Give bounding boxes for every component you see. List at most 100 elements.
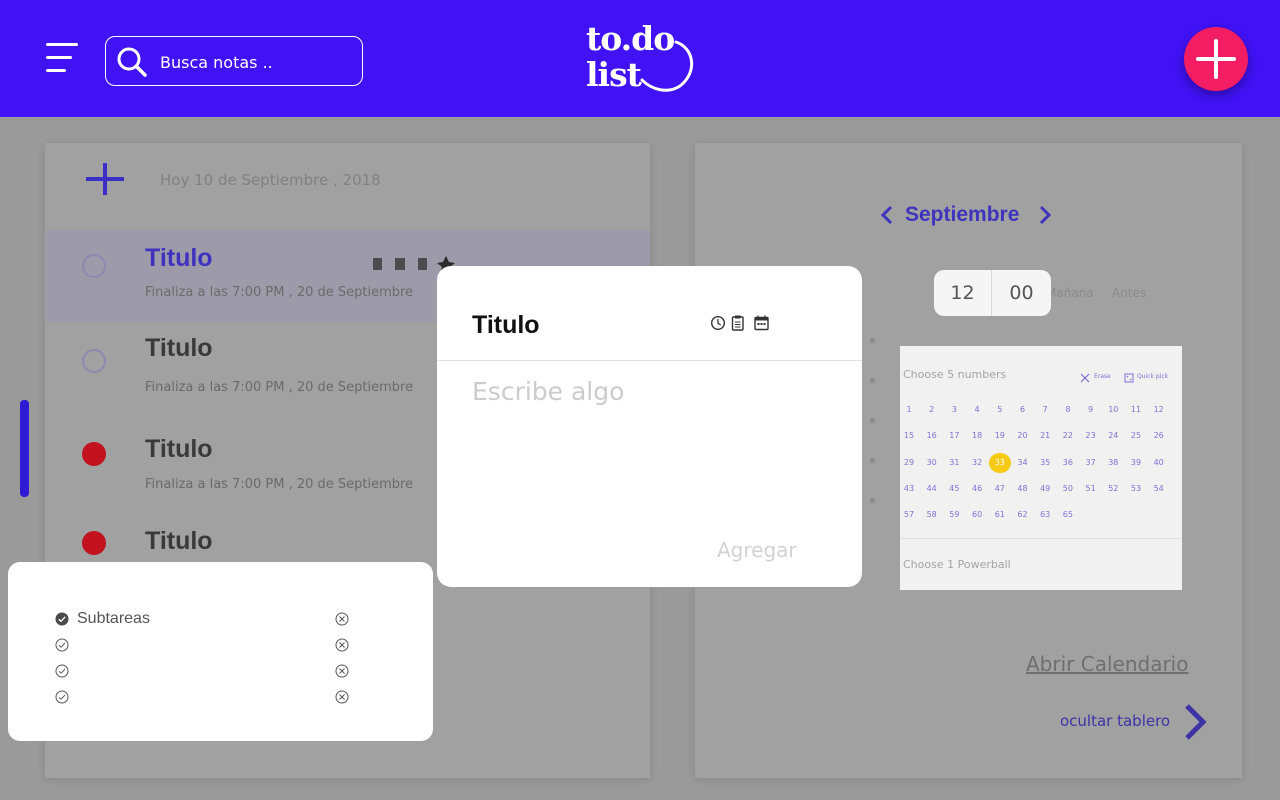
number-option[interactable]: 34 bbox=[1012, 453, 1034, 473]
number-option[interactable]: 57 bbox=[898, 505, 920, 525]
check-circle-icon[interactable] bbox=[55, 638, 69, 652]
number-option[interactable]: 31 bbox=[943, 453, 965, 473]
number-option[interactable]: 23 bbox=[1080, 426, 1102, 446]
number-option[interactable]: 40 bbox=[1148, 453, 1170, 473]
number-option[interactable]: 4 bbox=[966, 400, 988, 420]
number-option[interactable]: 60 bbox=[966, 505, 988, 525]
number-option[interactable]: 5 bbox=[989, 400, 1011, 420]
search-input[interactable] bbox=[160, 47, 350, 77]
number-option[interactable]: 54 bbox=[1148, 479, 1170, 499]
number-option[interactable]: 30 bbox=[921, 453, 943, 473]
number-option[interactable]: 19 bbox=[989, 426, 1011, 446]
number-option[interactable]: 59 bbox=[943, 505, 965, 525]
number-option[interactable]: 52 bbox=[1102, 479, 1124, 499]
quick-pick-label: Quick pick bbox=[1137, 373, 1169, 380]
task-title: Titulo bbox=[145, 334, 213, 362]
number-option[interactable]: 2 bbox=[921, 400, 943, 420]
plus-icon bbox=[1196, 39, 1236, 79]
remove-circle-icon[interactable] bbox=[335, 612, 349, 626]
remove-circle-icon[interactable] bbox=[335, 638, 349, 652]
scrollbar-thumb[interactable] bbox=[20, 400, 29, 497]
number-option[interactable]: 47 bbox=[989, 479, 1011, 499]
task-status-radio[interactable] bbox=[82, 254, 106, 278]
number-option[interactable]: 20 bbox=[1012, 426, 1034, 446]
number-option[interactable]: 33 bbox=[988, 452, 1011, 473]
number-option[interactable]: 45 bbox=[943, 479, 965, 499]
number-option[interactable]: 1 bbox=[898, 400, 920, 420]
task-status-radio[interactable] bbox=[82, 531, 106, 555]
task-due: Finaliza a las 7:00 PM , 20 de Septiembr… bbox=[145, 477, 414, 492]
subtask-row[interactable] bbox=[55, 662, 355, 680]
erase-button[interactable]: Erase bbox=[1078, 371, 1118, 385]
number-option[interactable]: 58 bbox=[921, 505, 943, 525]
number-option[interactable]: 29 bbox=[898, 453, 920, 473]
number-option[interactable]: 10 bbox=[1102, 400, 1124, 420]
chevron-right-icon[interactable] bbox=[1038, 205, 1052, 225]
task-status-radio[interactable] bbox=[82, 442, 106, 466]
number-option[interactable]: 21 bbox=[1034, 426, 1056, 446]
search-icon[interactable] bbox=[116, 46, 148, 78]
number-option[interactable]: 17 bbox=[943, 426, 965, 446]
calendar-day-dot bbox=[870, 498, 875, 503]
number-option[interactable]: 49 bbox=[1034, 479, 1056, 499]
subtask-row[interactable]: Subtareas bbox=[55, 610, 355, 628]
number-option[interactable]: 9 bbox=[1080, 400, 1102, 420]
app-header: to.do list bbox=[0, 0, 1280, 117]
number-option[interactable]: 24 bbox=[1102, 426, 1124, 446]
number-option[interactable]: 43 bbox=[898, 479, 920, 499]
check-circle-icon[interactable] bbox=[55, 690, 69, 704]
number-option[interactable]: 26 bbox=[1148, 426, 1170, 446]
subtask-row[interactable] bbox=[55, 688, 355, 706]
hide-board-link[interactable]: ocultar tablero bbox=[1060, 712, 1170, 730]
number-option[interactable]: 3 bbox=[943, 400, 965, 420]
calendar-filter-before[interactable]: Antes bbox=[1112, 286, 1146, 300]
number-option[interactable]: 35 bbox=[1034, 453, 1056, 473]
quick-pick-button[interactable]: Quick pick bbox=[1122, 371, 1172, 385]
checked-circle-icon[interactable] bbox=[55, 612, 69, 626]
note-title[interactable]: Titulo bbox=[472, 311, 540, 340]
number-option[interactable]: 8 bbox=[1057, 400, 1079, 420]
number-option[interactable]: 39 bbox=[1125, 453, 1147, 473]
number-option[interactable]: 48 bbox=[1012, 479, 1034, 499]
add-note-button[interactable] bbox=[1184, 27, 1248, 91]
number-option[interactable]: 65 bbox=[1057, 505, 1079, 525]
number-option[interactable]: 63 bbox=[1034, 505, 1056, 525]
number-option[interactable]: 61 bbox=[989, 505, 1011, 525]
note-body-input[interactable] bbox=[472, 371, 832, 411]
number-option[interactable]: 6 bbox=[1012, 400, 1034, 420]
number-option[interactable]: 50 bbox=[1057, 479, 1079, 499]
number-option[interactable]: 46 bbox=[966, 479, 988, 499]
chevron-right-icon[interactable] bbox=[1182, 702, 1208, 742]
hamburger-menu-icon[interactable] bbox=[46, 43, 78, 73]
add-task-icon[interactable] bbox=[84, 161, 126, 197]
remove-circle-icon[interactable] bbox=[335, 690, 349, 704]
minute-field[interactable]: 00 bbox=[992, 270, 1051, 316]
number-option[interactable]: 53 bbox=[1125, 479, 1147, 499]
subtask-row[interactable] bbox=[55, 636, 355, 654]
number-option[interactable]: 37 bbox=[1080, 453, 1102, 473]
open-calendar-link[interactable]: Abrir Calendario bbox=[1026, 652, 1188, 676]
number-option[interactable]: 38 bbox=[1102, 453, 1124, 473]
number-option[interactable]: 7 bbox=[1034, 400, 1056, 420]
number-option[interactable]: 15 bbox=[898, 426, 920, 446]
note-tools-icons[interactable] bbox=[710, 314, 775, 332]
add-note-confirm-button[interactable]: Agregar bbox=[717, 538, 797, 562]
calendar-filter-tomorrow[interactable]: Mañana bbox=[1046, 286, 1094, 300]
hour-field[interactable]: 12 bbox=[934, 270, 991, 316]
number-option[interactable]: 12 bbox=[1148, 400, 1170, 420]
number-option[interactable]: 16 bbox=[921, 426, 943, 446]
number-option[interactable]: 25 bbox=[1125, 426, 1147, 446]
number-option[interactable]: 32 bbox=[966, 453, 988, 473]
chevron-left-icon[interactable] bbox=[880, 205, 894, 225]
remove-circle-icon[interactable] bbox=[335, 664, 349, 678]
task-title: Titulo bbox=[145, 244, 213, 272]
number-option[interactable]: 22 bbox=[1057, 426, 1079, 446]
task-status-radio[interactable] bbox=[82, 349, 106, 373]
number-option[interactable]: 51 bbox=[1080, 479, 1102, 499]
number-option[interactable]: 36 bbox=[1057, 453, 1079, 473]
number-option[interactable]: 18 bbox=[966, 426, 988, 446]
number-option[interactable]: 62 bbox=[1012, 505, 1034, 525]
number-option[interactable]: 44 bbox=[921, 479, 943, 499]
check-circle-icon[interactable] bbox=[55, 664, 69, 678]
number-option[interactable]: 11 bbox=[1125, 400, 1147, 420]
